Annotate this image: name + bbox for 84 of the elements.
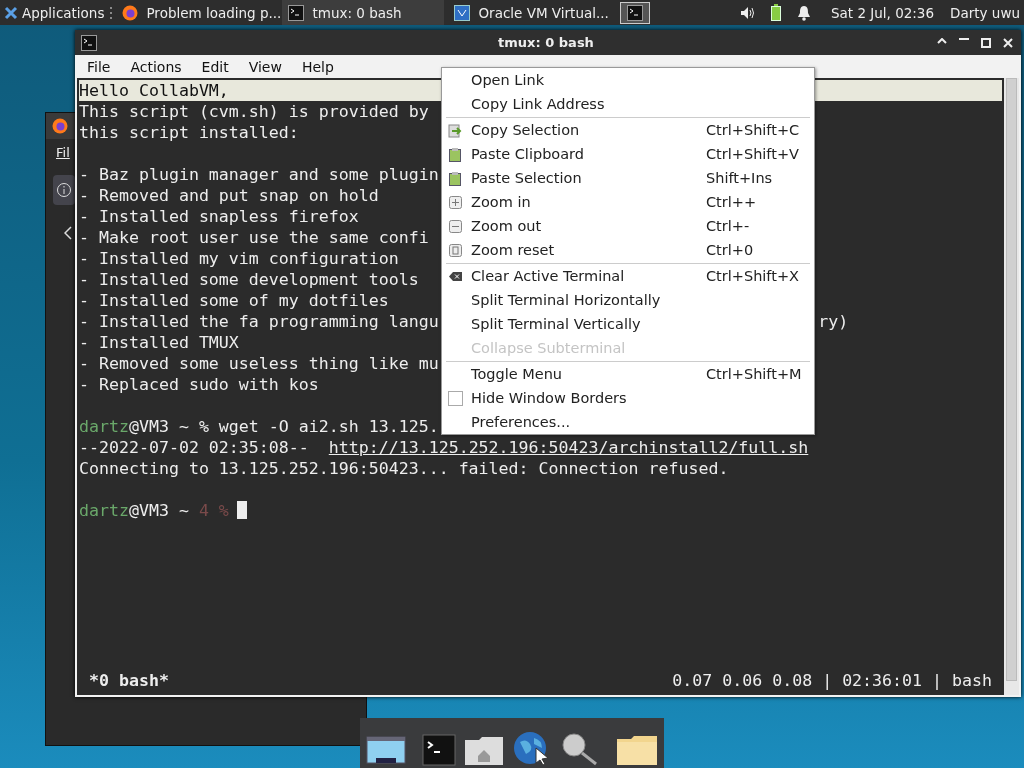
terminal-text: --2022-07-02 02:35:08-- [79, 438, 310, 457]
workspace-button[interactable] [620, 1, 651, 24]
terminal-text: - Removed some useless thing like mu [79, 354, 439, 373]
menu-item[interactable]: View [238, 56, 292, 77]
terminal-text: Connecting to 13.125.252.196:50423... failed: Connection refused. [79, 459, 729, 478]
terminal-icon [422, 734, 456, 766]
menu-item[interactable]: Help [291, 56, 344, 77]
terminal-text: 4 % [198, 501, 229, 520]
handle-icon [110, 6, 113, 19]
close-icon [1003, 37, 1013, 48]
taskbar-button[interactable]: Problem loading p... [116, 0, 279, 25]
menu-item[interactable]: Paste Selection Shift+Ins [442, 166, 814, 190]
clipboard-icon [448, 146, 463, 162]
minimize-icon [959, 37, 969, 40]
home-folder-icon [464, 734, 504, 766]
terminal-text: - Baz plugin manager and some plugin [79, 165, 439, 184]
menu-item[interactable]: Clear Active Terminal Ctrl+Shift+X [442, 264, 814, 288]
menu-item[interactable]: Edit [191, 56, 239, 77]
menu-item[interactable]: Paste Clipboard Ctrl+Shift+V [442, 142, 814, 166]
reset-icon [448, 242, 463, 258]
menu-item[interactable]: Copy Selection Ctrl+Shift+C [442, 118, 814, 142]
status-text: *0 bash* [89, 670, 169, 692]
terminal-text: - Installed snapless firefox [79, 207, 359, 226]
terminal-text: @VM3 ~ [128, 501, 190, 520]
menu-item[interactable]: Hide Window Borders [442, 386, 814, 410]
scrollbar[interactable] [1004, 78, 1019, 695]
minus-icon [448, 218, 463, 234]
menu-item[interactable]: Zoom out Ctrl+- [442, 214, 814, 238]
window-title: tmux: 0 bash [497, 35, 595, 50]
bell-icon [796, 4, 811, 21]
x-logo-icon [4, 5, 18, 20]
desktop-icon [366, 734, 406, 766]
magnifier-icon [560, 732, 600, 766]
menu-item[interactable]: Zoom in Ctrl++ [442, 190, 814, 214]
info-button[interactable] [53, 175, 75, 205]
terminal-text: - Replaced sudo with kos [79, 375, 319, 394]
terminal-text: ry) [818, 311, 849, 332]
collapse-icon [937, 37, 947, 44]
menu-item[interactable]: Open Link [442, 68, 814, 92]
firefox-icon [122, 4, 139, 21]
terminal-text: - Installed some development tools [79, 270, 419, 289]
copy-icon [448, 122, 463, 138]
terminal-text: - Installed the fa programming langu [79, 312, 439, 331]
menu-item[interactable]: Fil [56, 145, 70, 160]
terminal-text: - Installed some of my dotfiles [79, 291, 389, 310]
terminal-text: - Installed TMUX [79, 333, 239, 352]
terminal-text: dartz [79, 417, 129, 436]
menu-item[interactable]: Zoom reset Ctrl+0 [442, 238, 814, 262]
menu-item[interactable]: Split Terminal Horizontally [442, 288, 814, 312]
battery-icon [770, 4, 781, 21]
terminal-text: dartz [79, 501, 129, 520]
terminal-icon [627, 4, 644, 21]
status-text: 0.07 0.06 0.08 | 02:36:01 | bash [672, 670, 992, 692]
maximize-button[interactable] [979, 35, 993, 50]
terminal-text: this script installed: [79, 123, 299, 142]
clipboard-icon [448, 170, 463, 186]
scrollbar-thumb[interactable] [1006, 78, 1017, 681]
menu-item[interactable]: Actions [120, 56, 192, 77]
terminal-text: - Removed and put snap on hold [79, 186, 379, 205]
terminal-text: Hello CollabVM, [79, 81, 229, 100]
menu-item[interactable]: File [77, 56, 121, 77]
menu-item[interactable]: Toggle Menu Ctrl+Shift+M [442, 362, 814, 386]
terminal-text: @VM3 ~ % wget -O ai2.sh 13.125. [128, 417, 439, 436]
menu-item[interactable]: Split Terminal Vertically [442, 312, 814, 336]
applications-menu[interactable]: Applications [0, 0, 107, 25]
taskbar-button[interactable]: tmux: 0 bash [282, 0, 445, 25]
terminal-text: This script (cvm.sh) is provided by [79, 102, 429, 121]
link[interactable]: http://13.125.252.196:50423/archinstall2/full.sh [328, 438, 809, 457]
plus-icon [448, 194, 463, 210]
taskbar-button[interactable]: Oracle VM Virtual... [448, 0, 611, 25]
close-button[interactable] [1001, 35, 1015, 50]
terminal-text: - Make root user use the same confi [79, 228, 429, 247]
terminal-text: - Installed my vim configuration [79, 249, 399, 268]
firefox-icon [52, 118, 68, 134]
terminal-icon [81, 34, 97, 51]
folder-icon [616, 734, 658, 766]
terminal-icon [288, 4, 305, 21]
checkbox[interactable] [448, 390, 463, 406]
menu-item[interactable]: Copy Link Address [442, 92, 814, 116]
user-name[interactable]: Darty uwu [950, 4, 1020, 21]
maximize-icon [981, 37, 991, 48]
info-icon [57, 183, 71, 197]
menu-item[interactable]: Preferences... [442, 410, 814, 434]
clock[interactable]: Sat 2 Jul, 02:36 [830, 4, 935, 21]
